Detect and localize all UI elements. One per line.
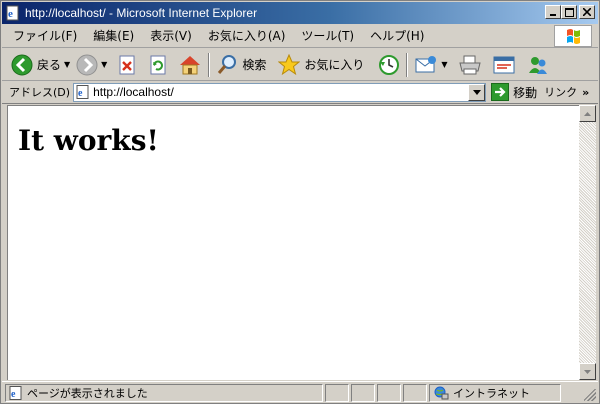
home-icon: [180, 55, 201, 74]
toolbar-separator: [406, 52, 409, 77]
edit-button[interactable]: [489, 51, 519, 79]
favorites-star-icon: [278, 53, 301, 75]
menu-tools[interactable]: ツール(T): [293, 26, 362, 46]
search-label: 検索: [242, 58, 267, 72]
address-input[interactable]: [93, 84, 474, 100]
favorites-label: お気に入り: [304, 58, 365, 72]
title-bar[interactable]: e http://localhost/ - Microsoft Internet…: [2, 2, 598, 24]
maximize-button[interactable]: [561, 5, 577, 19]
address-label: アドレス(D): [9, 86, 71, 99]
messenger-button[interactable]: [523, 51, 553, 79]
page-done-icon: e: [9, 385, 22, 400]
status-zone-pane: イントラネット: [429, 383, 561, 402]
forward-arrow-icon: [76, 54, 98, 75]
history-button[interactable]: [375, 51, 403, 79]
browser-window: e http://localhost/ - Microsoft Internet…: [0, 0, 600, 404]
menu-bar: ファイル(F) 編集(E) 表示(V) お気に入り(A) ツール(T) ヘルプ(…: [2, 24, 598, 48]
close-icon: [583, 8, 591, 16]
page-viewport: It works!: [7, 105, 579, 380]
arrow-down-icon: [584, 369, 591, 374]
search-button[interactable]: 検索: [213, 51, 269, 79]
page-heading: It works!: [18, 124, 159, 157]
menu-help[interactable]: ヘルプ(H): [362, 26, 432, 46]
mail-button[interactable]: ▼: [411, 51, 450, 79]
minimize-icon: [550, 14, 556, 16]
history-icon: [379, 54, 400, 75]
page-icon: e: [76, 85, 89, 99]
standard-toolbar: 戻る ▼ ▼ 検索 お気に入り ▼: [2, 49, 598, 81]
status-text: ページが表示されました: [27, 386, 148, 400]
go-button[interactable]: 移動: [491, 83, 537, 101]
address-bar: アドレス(D) e 移動 リンク »: [2, 81, 598, 104]
window-title: http://localhost/ - Microsoft Internet E…: [25, 6, 258, 20]
zone-text: イントラネット: [453, 386, 530, 400]
status-pane: [403, 383, 427, 402]
back-arrow-icon: [11, 54, 33, 75]
maximize-icon: [564, 7, 574, 17]
window-controls: [545, 5, 595, 19]
windows-logo-icon: [554, 25, 592, 47]
forward-dropdown-icon[interactable]: ▼: [101, 60, 107, 69]
favorites-button[interactable]: お気に入り: [275, 51, 367, 79]
scroll-down-button[interactable]: [579, 363, 596, 380]
messenger-people-icon: [528, 56, 547, 74]
status-bar: e ページが表示されました イントラネット: [2, 381, 598, 403]
minimize-button[interactable]: [545, 5, 561, 19]
status-pane: [377, 383, 401, 402]
menu-favorites[interactable]: お気に入り(A): [200, 26, 294, 46]
toolbar-separator: [208, 52, 211, 77]
stop-button[interactable]: [113, 51, 141, 79]
stop-icon: [119, 55, 135, 74]
status-pane: [351, 383, 375, 402]
chevron-down-icon: [472, 89, 481, 95]
menu-file[interactable]: ファイル(F): [2, 26, 85, 46]
svg-text:e: e: [11, 389, 16, 400]
address-field[interactable]: e: [73, 82, 487, 102]
vertical-scrollbar[interactable]: [579, 105, 596, 380]
go-arrow-icon: [491, 83, 510, 101]
refresh-icon: [150, 55, 166, 74]
print-button[interactable]: [455, 51, 485, 79]
status-main-pane: e ページが表示されました: [5, 383, 323, 402]
scroll-up-button[interactable]: [579, 105, 596, 122]
go-label: 移動: [513, 85, 538, 100]
home-button[interactable]: [175, 51, 205, 79]
search-icon: [218, 54, 237, 74]
ie-page-icon: e: [5, 5, 21, 21]
mail-icon: [415, 55, 437, 72]
mail-dropdown-icon[interactable]: ▼: [441, 60, 447, 69]
back-label: 戻る: [37, 58, 62, 72]
address-dropdown-button[interactable]: [468, 83, 486, 101]
svg-text:e: e: [78, 88, 83, 99]
links-more-icon[interactable]: »: [582, 86, 589, 99]
back-dropdown-icon[interactable]: ▼: [64, 60, 70, 69]
arrow-up-icon: [584, 111, 591, 116]
menu-view[interactable]: 表示(V): [142, 26, 200, 46]
back-button[interactable]: 戻る ▼: [8, 51, 73, 79]
printer-icon: [458, 55, 481, 74]
svg-text:e: e: [8, 8, 13, 20]
resize-grip-icon[interactable]: [584, 389, 596, 401]
status-pane: [325, 383, 349, 402]
edit-page-icon: [493, 56, 515, 73]
links-label[interactable]: リンク: [544, 84, 577, 100]
menu-edit[interactable]: 編集(E): [85, 26, 142, 46]
intranet-zone-icon: [434, 386, 449, 399]
refresh-button[interactable]: [144, 51, 172, 79]
forward-button[interactable]: ▼: [73, 51, 110, 79]
close-button[interactable]: [579, 5, 595, 19]
